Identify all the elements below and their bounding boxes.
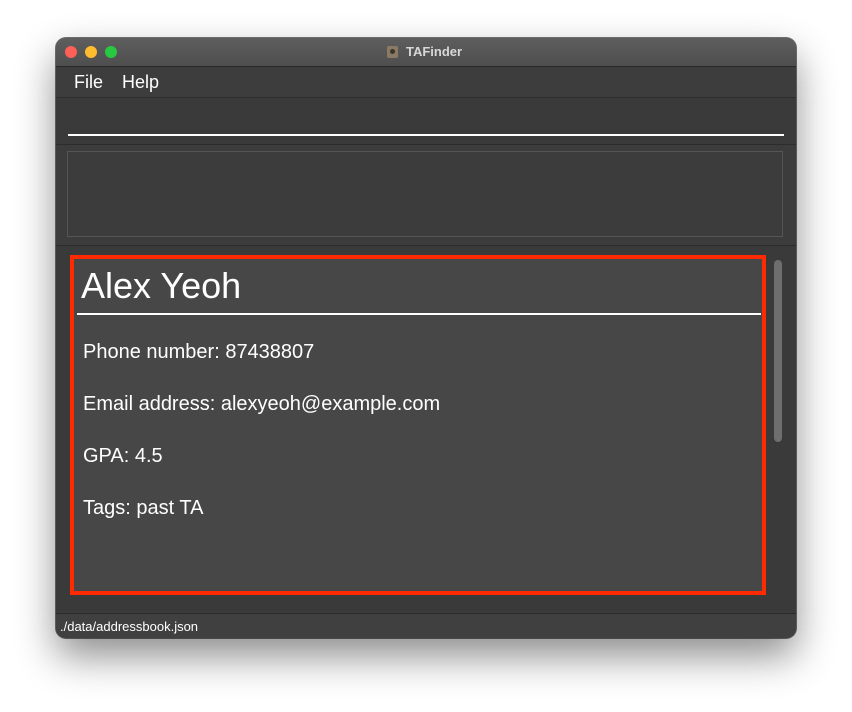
person-gpa: GPA: 4.5 (83, 445, 163, 467)
status-bar: ./data/addressbook.json (56, 613, 796, 638)
minimize-window-button[interactable] (85, 46, 97, 58)
list-scrollbar[interactable] (770, 256, 784, 596)
person-card[interactable]: Alex Yeoh Phone number: 87438807 Email a… (70, 255, 766, 595)
window-title: TAFinder (406, 44, 463, 59)
menu-bar: File Help (56, 67, 796, 98)
app-window: TAFinder File Help Alex Yeoh Phone numbe… (56, 38, 796, 638)
person-tags: Tags: past TA (83, 497, 204, 519)
person-phone: Phone number: 87438807 (83, 341, 315, 363)
person-email: Email address: alexyeoh@example.com (83, 393, 441, 415)
command-input[interactable] (68, 110, 784, 136)
person-list-panel: Alex Yeoh Phone number: 87438807 Email a… (56, 246, 796, 612)
menu-file[interactable]: File (74, 72, 103, 93)
result-display (67, 151, 783, 237)
menu-help[interactable]: Help (122, 72, 159, 93)
zoom-window-button[interactable] (105, 46, 117, 58)
close-window-button[interactable] (65, 46, 77, 58)
name-underline (77, 313, 761, 315)
data-file-path: ./data/addressbook.json (60, 619, 199, 634)
command-box (56, 98, 796, 145)
app-icon (387, 46, 398, 58)
scrollbar-thumb[interactable] (774, 260, 782, 442)
person-name: Alex Yeoh (81, 265, 242, 306)
title-bar: TAFinder (56, 38, 796, 67)
